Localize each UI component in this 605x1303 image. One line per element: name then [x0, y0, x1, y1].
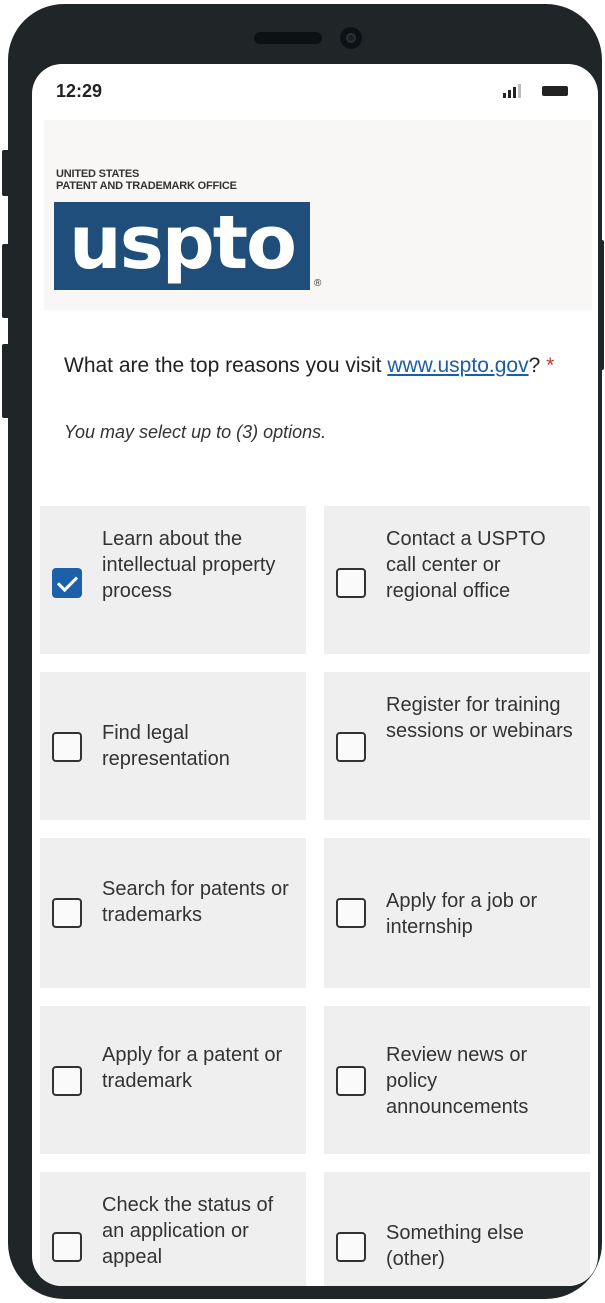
question-suffix: ? — [528, 354, 547, 377]
option-apply-job-internship[interactable]: Apply for a job or internship — [324, 838, 590, 988]
org-line-1: UNITED STATES — [56, 168, 140, 180]
question-prefix: What are the top reasons you visit — [64, 354, 388, 377]
option-label: Something else (other) — [386, 1222, 524, 1270]
uspto-logo: uspto — [54, 202, 310, 290]
battery-icon — [542, 86, 568, 96]
option-label: Contact a USPTO call center or regional … — [386, 528, 546, 602]
option-label: Learn about the intellectual property pr… — [102, 528, 276, 602]
checkbox-find-legal-representation[interactable] — [52, 732, 82, 762]
option-check-status[interactable]: Check the status of an application or ap… — [40, 1172, 306, 1286]
option-register-training[interactable]: Register for training sessions or webina… — [324, 672, 590, 820]
option-label: Search for patents or trademarks — [102, 878, 289, 926]
status-bar: 12:29 — [32, 64, 598, 120]
option-label: Register for training sessions or webina… — [386, 694, 573, 742]
required-marker: * — [546, 354, 555, 377]
org-line-2: PATENT AND TRADEMARK OFFICE — [56, 180, 237, 192]
option-apply-patent-trademark[interactable]: Apply for a patent or trademark — [40, 1006, 306, 1154]
uspto-header: UNITED STATES PATENT AND TRADEMARK OFFIC… — [44, 120, 592, 310]
checkbox-review-news-policy[interactable] — [336, 1066, 366, 1096]
checkbox-learn-ip-process[interactable] — [52, 568, 82, 598]
option-search-patents-trademarks[interactable]: Search for patents or trademarks — [40, 838, 306, 988]
checkbox-register-training[interactable] — [336, 732, 366, 762]
checkbox-contact-call-center[interactable] — [336, 568, 366, 598]
option-contact-call-center[interactable]: Contact a USPTO call center or regional … — [324, 506, 590, 654]
option-label: Apply for a job or internship — [386, 890, 538, 938]
option-review-news-policy[interactable]: Review news or policy announcements — [324, 1006, 590, 1154]
option-label: Find legal representation — [102, 722, 230, 770]
registered-mark: ® — [314, 278, 322, 289]
camera-icon — [340, 27, 362, 49]
phone-speaker — [254, 32, 322, 44]
checkbox-apply-job-internship[interactable] — [336, 898, 366, 928]
uspto-org-name: UNITED STATES PATENT AND TRADEMARK OFFIC… — [56, 168, 237, 192]
uspto-logo-text: uspto — [69, 200, 297, 286]
checkbox-something-else[interactable] — [336, 1232, 366, 1262]
checkbox-check-status[interactable] — [52, 1232, 82, 1262]
uspto-link[interactable]: www.uspto.gov — [387, 354, 528, 377]
checkbox-apply-patent-trademark[interactable] — [52, 1066, 82, 1096]
question-text: What are the top reasons you visit www.u… — [64, 348, 564, 383]
phone-screen: 12:29 UNITED STATES PATENT AND TRADEMARK… — [32, 64, 598, 1286]
option-label: Review news or policy announcements — [386, 1044, 529, 1118]
option-label: Apply for a patent or trademark — [102, 1044, 283, 1092]
checkbox-search-patents-trademarks[interactable] — [52, 898, 82, 928]
option-something-else[interactable]: Something else (other) — [324, 1172, 590, 1286]
instruction-text: You may select up to (3) options. — [64, 422, 327, 442]
phone-frame: 12:29 UNITED STATES PATENT AND TRADEMARK… — [8, 4, 602, 1299]
signal-icon — [503, 84, 521, 98]
status-time: 12:29 — [56, 81, 103, 101]
option-label: Check the status of an application or ap… — [102, 1194, 274, 1268]
option-find-legal-representation[interactable]: Find legal representation — [40, 672, 306, 820]
option-learn-ip-process[interactable]: Learn about the intellectual property pr… — [40, 506, 306, 654]
